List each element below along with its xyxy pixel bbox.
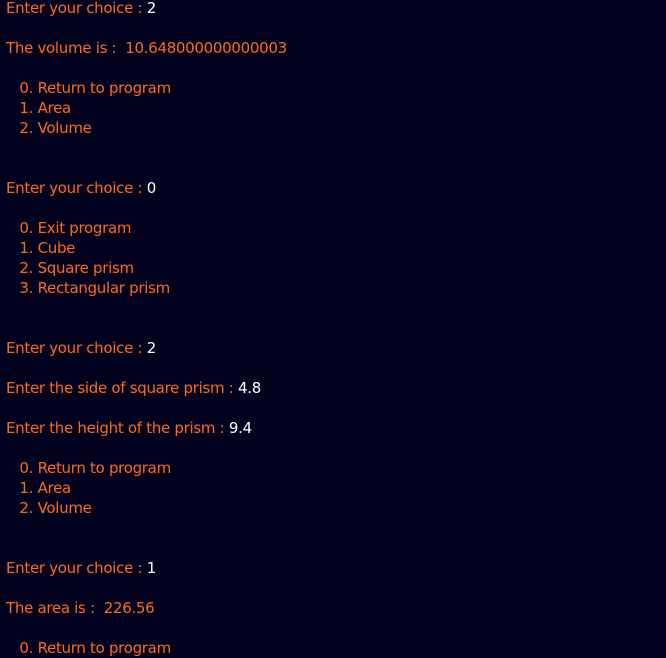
console-line: 2. Volume — [6, 118, 666, 138]
console-user-input: 2 — [146, 339, 157, 357]
console-user-input: 1 — [146, 559, 157, 577]
console-line: 1. Area — [6, 478, 666, 498]
console-prompt-text: 0. Return to program — [6, 459, 171, 477]
console-line: 1. Cube — [6, 238, 666, 258]
console-prompt-text: Enter the side of square prism : — [6, 379, 238, 397]
console-prompt-text: The volume is : — [6, 39, 126, 57]
console-user-input: 2 — [146, 0, 157, 17]
console-line: 2. Volume — [6, 498, 666, 518]
console-prompt-text: 0. Return to program — [6, 639, 171, 657]
console-line: Enter your choice : 0 — [6, 178, 666, 198]
console-prompt-text: Enter the height of the prism : — [6, 419, 229, 437]
console-line: 2. Square prism — [6, 258, 666, 278]
console-line: The volume is : 10.648000000000003 — [6, 38, 666, 58]
console-prompt-text: 1. Area — [6, 479, 71, 497]
console-prompt-text: 0. Exit program — [6, 219, 132, 237]
console-user-input: 9.4 — [228, 419, 252, 437]
console-prompt-text: 1. Area — [6, 99, 71, 117]
console-line: Enter the height of the prism : 9.4 — [6, 418, 666, 438]
console-prompt-text: The area is : — [6, 599, 104, 617]
console-output: Enter your choice : 2 The volume is : 10.… — [6, 0, 666, 658]
console-prompt-text: 0. Return to program — [6, 79, 171, 97]
console-line: Enter your choice : 2 — [6, 338, 666, 358]
console-line: 0. Return to program — [6, 78, 666, 98]
console-result-value: 226.56 — [103, 599, 155, 617]
console-prompt-text: Enter your choice : — [6, 559, 147, 577]
console-line: 0. Exit program — [6, 218, 666, 238]
console-line: Enter the side of square prism : 4.8 — [6, 378, 666, 398]
console-prompt-text: Enter your choice : — [6, 179, 147, 197]
console-user-input: 0 — [146, 179, 157, 197]
console-prompt-text: 2. Volume — [6, 119, 92, 137]
console-prompt-text: Enter your choice : — [6, 0, 147, 17]
console-prompt-text: 2. Volume — [6, 499, 92, 517]
console-line: The area is : 226.56 — [6, 598, 666, 618]
console-line: Enter your choice : 1 — [6, 558, 666, 578]
console-line: 0. Return to program — [6, 458, 666, 478]
console-line: 0. Return to program — [6, 638, 666, 658]
console-line: Enter your choice : 2 — [6, 0, 666, 18]
console-prompt-text: 3. Rectangular prism — [6, 279, 170, 297]
console-result-value: 10.648000000000003 — [125, 39, 287, 57]
console-line: 1. Area — [6, 98, 666, 118]
console-prompt-text: 2. Square prism — [6, 259, 134, 277]
console-prompt-text: Enter your choice : — [6, 339, 147, 357]
console-user-input: 4.8 — [237, 379, 261, 397]
console-line: 3. Rectangular prism — [6, 278, 666, 298]
console-prompt-text: 1. Cube — [6, 239, 76, 257]
